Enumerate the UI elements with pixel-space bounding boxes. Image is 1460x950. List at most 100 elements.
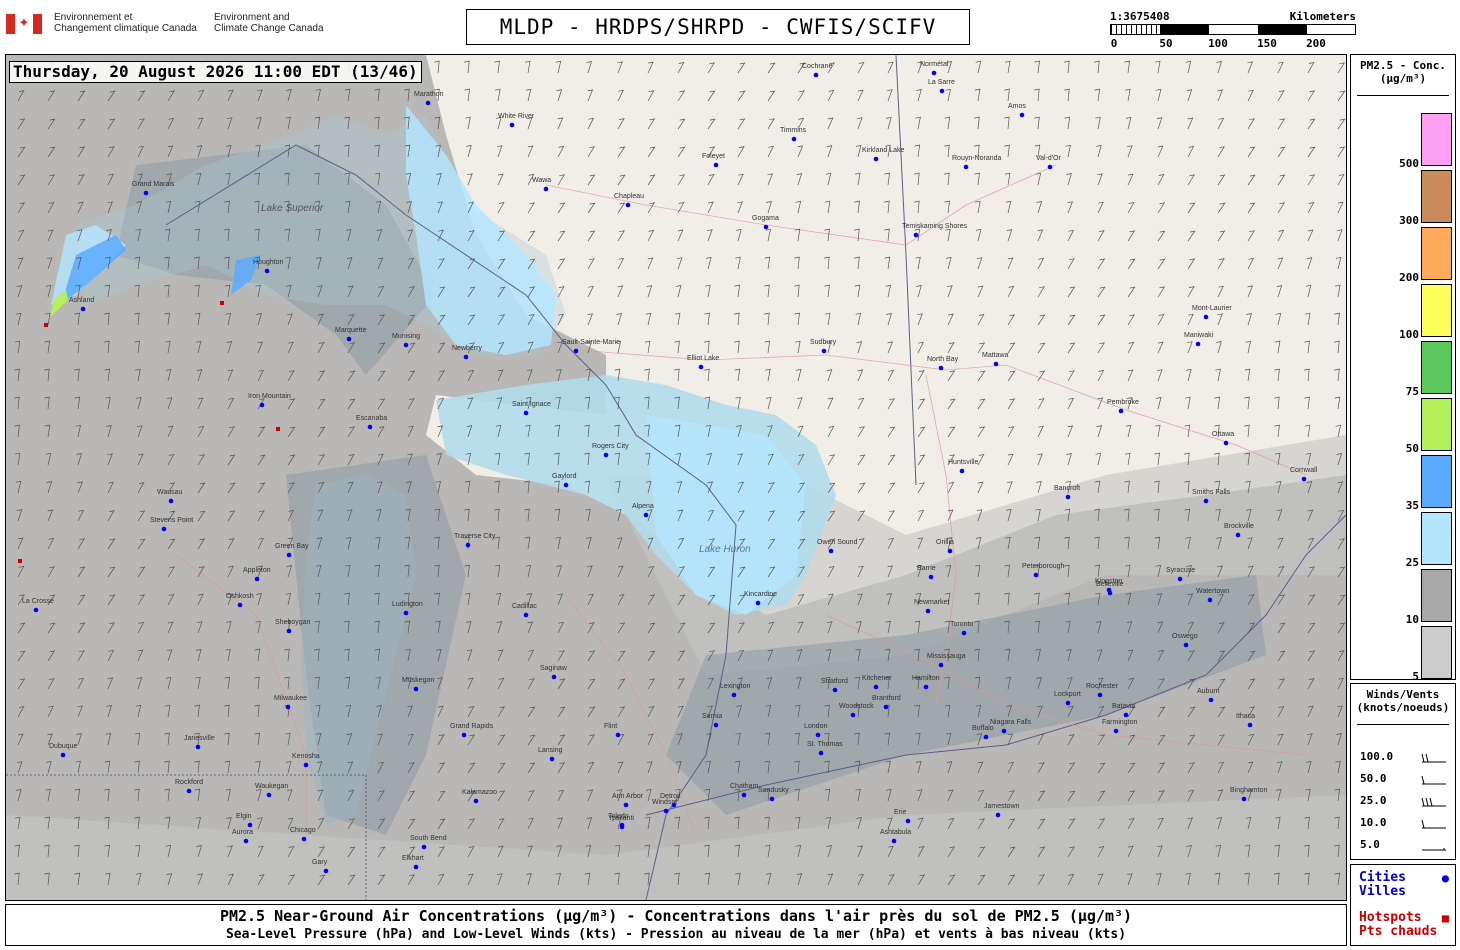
city-dot[interactable]	[1106, 587, 1112, 593]
city-dot[interactable]	[1241, 796, 1247, 802]
city-dot[interactable]	[821, 348, 827, 354]
city-dot[interactable]	[413, 686, 419, 692]
city-dot[interactable]	[938, 365, 944, 371]
city-dot[interactable]	[1203, 314, 1209, 320]
city-dot[interactable]	[80, 306, 86, 312]
city-dot[interactable]	[947, 548, 953, 554]
city-dot[interactable]	[285, 704, 291, 710]
city-dot[interactable]	[543, 186, 549, 192]
city-dot[interactable]	[828, 548, 834, 554]
city-dot[interactable]	[731, 692, 737, 698]
city-dot[interactable]	[509, 122, 515, 128]
city-dot[interactable]	[1113, 728, 1119, 734]
city-dot[interactable]	[931, 70, 937, 76]
city-dot[interactable]	[643, 512, 649, 518]
city-dot[interactable]	[928, 574, 934, 580]
city-dot[interactable]	[286, 628, 292, 634]
city-dot[interactable]	[1019, 112, 1025, 118]
city-dot[interactable]	[698, 364, 704, 370]
city-dot[interactable]	[463, 354, 469, 360]
city-dot[interactable]	[243, 838, 249, 844]
city-dot[interactable]	[403, 610, 409, 616]
city-dot[interactable]	[623, 802, 629, 808]
city-dot[interactable]	[813, 72, 819, 78]
city-dot[interactable]	[1033, 572, 1039, 578]
city-dot[interactable]	[473, 798, 479, 804]
city-dot[interactable]	[259, 402, 265, 408]
city-dot[interactable]	[323, 868, 329, 874]
city-dot[interactable]	[264, 268, 270, 274]
city-dot[interactable]	[961, 630, 967, 636]
city-dot[interactable]	[1123, 712, 1129, 718]
city-dot[interactable]	[195, 744, 201, 750]
city-dot[interactable]	[425, 100, 431, 106]
city-dot[interactable]	[1301, 476, 1307, 482]
city-dot[interactable]	[549, 756, 555, 762]
city-dot[interactable]	[143, 190, 149, 196]
city-dot[interactable]	[1177, 576, 1183, 582]
city-dot[interactable]	[186, 788, 192, 794]
hotspot-marker[interactable]	[276, 427, 280, 431]
city-dot[interactable]	[891, 838, 897, 844]
city-dot[interactable]	[815, 732, 821, 738]
city-dot[interactable]	[161, 526, 167, 532]
city-dot[interactable]	[850, 712, 856, 718]
hotspot-marker[interactable]	[18, 559, 22, 563]
city-dot[interactable]	[247, 822, 253, 828]
hotspot-marker[interactable]	[220, 301, 224, 305]
city-dot[interactable]	[168, 498, 174, 504]
city-dot[interactable]	[663, 808, 669, 814]
city-dot[interactable]	[873, 156, 879, 162]
city-dot[interactable]	[1208, 697, 1214, 703]
city-dot[interactable]	[301, 836, 307, 842]
city-dot[interactable]	[1223, 440, 1229, 446]
city-dot[interactable]	[619, 824, 625, 830]
city-dot[interactable]	[1195, 341, 1201, 347]
city-dot[interactable]	[1203, 498, 1209, 504]
city-dot[interactable]	[1235, 532, 1241, 538]
city-dot[interactable]	[913, 232, 919, 238]
city-dot[interactable]	[873, 684, 879, 690]
city-dot[interactable]	[461, 732, 467, 738]
city-dot[interactable]	[905, 818, 911, 824]
city-dot[interactable]	[755, 600, 761, 606]
city-dot[interactable]	[763, 224, 769, 230]
city-dot[interactable]	[346, 336, 352, 342]
city-dot[interactable]	[573, 348, 579, 354]
city-dot[interactable]	[993, 361, 999, 367]
city-dot[interactable]	[254, 576, 260, 582]
city-dot[interactable]	[603, 452, 609, 458]
city-dot[interactable]	[959, 468, 965, 474]
city-dot[interactable]	[1118, 408, 1124, 414]
city-dot[interactable]	[741, 792, 747, 798]
city-dot[interactable]	[60, 752, 66, 758]
city-dot[interactable]	[1097, 692, 1103, 698]
city-dot[interactable]	[1247, 722, 1253, 728]
city-dot[interactable]	[963, 164, 969, 170]
city-dot[interactable]	[769, 796, 775, 802]
city-dot[interactable]	[523, 410, 529, 416]
city-dot[interactable]	[266, 792, 272, 798]
city-dot[interactable]	[1047, 164, 1053, 170]
city-dot[interactable]	[713, 722, 719, 728]
city-dot[interactable]	[625, 202, 631, 208]
city-dot[interactable]	[367, 424, 373, 430]
city-dot[interactable]	[465, 542, 471, 548]
city-dot[interactable]	[832, 687, 838, 693]
city-dot[interactable]	[939, 88, 945, 94]
city-dot[interactable]	[33, 607, 39, 613]
map-canvas[interactable]: Cochrane Normétal La Sarre Amos Val-d'Or Rouy…	[5, 54, 1347, 901]
city-dot[interactable]	[413, 864, 419, 870]
city-dot[interactable]	[883, 704, 889, 710]
city-dot[interactable]	[818, 750, 824, 756]
city-dot[interactable]	[791, 136, 797, 142]
city-dot[interactable]	[303, 762, 309, 768]
city-dot[interactable]	[563, 482, 569, 488]
city-dot[interactable]	[995, 812, 1001, 818]
city-dot[interactable]	[1065, 494, 1071, 500]
city-dot[interactable]	[923, 684, 929, 690]
city-dot[interactable]	[615, 732, 621, 738]
city-dot[interactable]	[1183, 642, 1189, 648]
city-dot[interactable]	[983, 734, 989, 740]
city-dot[interactable]	[925, 608, 931, 614]
